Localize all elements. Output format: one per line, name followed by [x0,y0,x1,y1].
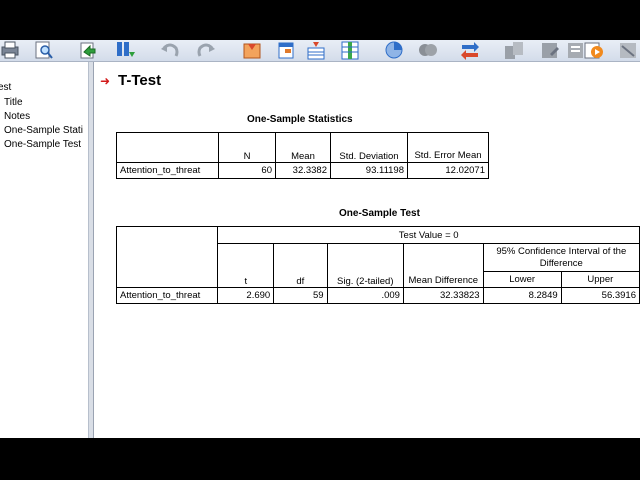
test-table-title: One-Sample Test [339,208,420,219]
stats-header: N [218,132,276,163]
ci-header: 95% Confidence Interval of the Differenc… [482,243,640,272]
stats-corner [116,132,219,163]
test-cell: .009 [326,287,404,304]
variables-icon[interactable] [242,40,262,60]
output-heading[interactable]: T-Test [118,72,161,89]
goto-case-icon[interactable] [276,40,296,60]
outline-item-one-sample-test[interactable]: One-Sample Test [4,139,81,150]
insert-cases-icon[interactable] [306,40,326,60]
outline-pane[interactable]: est Title Notes One-Sample Stati One-Sam… [0,62,88,438]
one-sample-test-table[interactable]: Test Value = 0 t df Sig. (2-tailed) Mean… [115,226,640,304]
stats-header: Mean [275,132,331,163]
find-icon[interactable] [34,40,54,60]
insert-variable-icon[interactable] [340,40,360,60]
test-header: df [273,243,328,288]
stats-header: Std. Error Mean [407,132,489,163]
outline-item-one-sample-statistics[interactable]: One-Sample Stati [4,125,83,136]
test-cell: 32.33823 [402,287,484,304]
stats-cell: 60 [218,162,276,179]
viewer-content: est Title Notes One-Sample Stati One-Sam… [0,62,640,438]
test-value-header: Test Value = 0 [217,226,640,244]
stats-table-title: One-Sample Statistics [247,114,353,125]
weight-cases-icon[interactable] [460,40,480,60]
stats-cell: 93.11198 [330,162,408,179]
one-sample-statistics-table[interactable]: N Mean Std. Deviation Std. Error Mean At… [116,132,489,179]
test-cell: 2.690 [217,287,275,304]
toolbar [0,40,640,62]
outline-item-title[interactable]: Title [4,97,23,108]
split-file-icon[interactable] [504,40,524,60]
outline-item-notes[interactable]: Notes [4,111,30,122]
goto-data-icon[interactable] [116,40,136,60]
ci-upper-header: Upper [560,271,640,288]
test-cell: 8.2849 [482,287,562,304]
test-row-label: Attention_to_threat [115,287,219,304]
screen: est Title Notes One-Sample Stati One-Sam… [0,0,640,480]
outline-item-ttest[interactable]: est [0,82,11,93]
value-labels-icon[interactable] [540,40,560,60]
undo-icon[interactable] [160,40,180,60]
ci-lower-header: Lower [482,271,562,288]
stats-header: Std. Deviation [330,132,408,163]
test-cell: 59 [273,287,328,304]
designate-window-icon[interactable] [584,40,604,60]
test-header: Sig. (2-tailed) [326,243,404,288]
stats-cell: 32.3382 [275,162,331,179]
test-corner [115,226,219,288]
export-icon[interactable] [78,40,98,60]
test-header: Mean Difference [402,243,484,288]
test-cell: 56.3916 [560,287,640,304]
print-icon[interactable] [0,40,20,60]
arrow-icon: ➜ [100,74,111,88]
script-icon[interactable] [618,40,638,60]
pivot-icon[interactable] [384,40,404,60]
output-pane: ➜ T-Test One-Sample Statistics N Mean St… [94,62,640,438]
stats-row-label: Attention_to_threat [116,162,219,179]
select-cases-icon[interactable] [418,40,438,60]
test-header: t [217,243,275,288]
output-icon[interactable] [566,40,586,60]
stats-cell: 12.02071 [407,162,489,179]
redo-icon[interactable] [196,40,216,60]
